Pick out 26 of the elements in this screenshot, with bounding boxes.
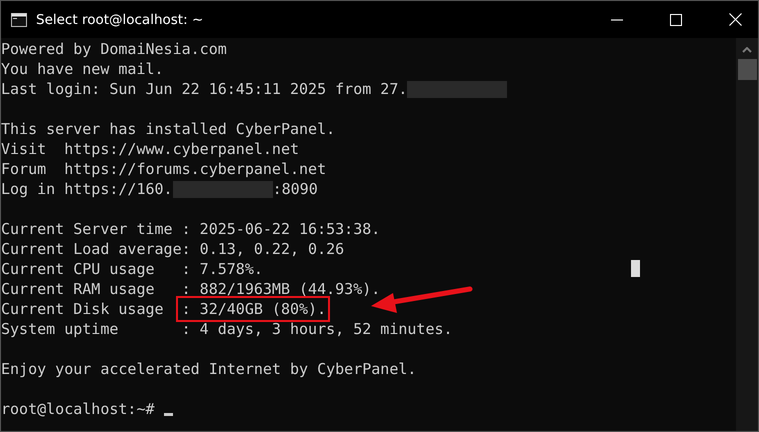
terminal-text: Visit https://www.cyberpanel.net <box>1 139 300 159</box>
text-cursor <box>164 413 173 416</box>
terminal-text: :8090 <box>272 179 318 199</box>
close-icon <box>728 13 742 26</box>
highlighted-text: : 32/40GB (80%). <box>178 298 328 320</box>
scrollbar-thumb[interactable] <box>738 59 756 80</box>
terminal-text: Current Load average: 0.13, 0.22, 0.26 <box>1 239 344 259</box>
terminal-text: Current Disk usage <box>1 299 165 319</box>
window-title: Select root@localhost: ~ <box>36 12 204 28</box>
terminal-text: Log in https://160. <box>1 179 173 199</box>
terminal-text: Current RAM usage : 882/1963MB (44.93%). <box>1 279 380 299</box>
mouse-cursor-block <box>631 260 640 277</box>
terminal-text: Powered by DomaiNesia.com <box>1 39 227 59</box>
scrollbar[interactable] <box>736 38 758 431</box>
terminal-text: Forum https://forums.cyberpanel.net <box>1 159 326 179</box>
terminal-text: System uptime : 4 days, 3 hours, 52 minutes. <box>1 319 453 339</box>
terminal-text: Enjoy your accelerated Internet by CyberPanel. <box>1 359 416 379</box>
scroll-up-icon[interactable] <box>742 47 752 53</box>
terminal-text: You have new mail. <box>1 59 164 79</box>
terminal-text: This server has installed CyberPanel. <box>1 119 336 139</box>
terminal-text: Current CPU usage : 7.578%. <box>1 259 263 279</box>
terminal-text: Current Server time : 2025-06-22 16:53:38. <box>1 219 380 239</box>
terminal-text: Last login: Sun Jun 22 16:45:11 2025 from 27. <box>1 79 408 99</box>
terminal-text: root@localhost:~# <box>1 399 156 419</box>
console-icon <box>11 12 27 26</box>
maximize-icon <box>670 14 682 26</box>
